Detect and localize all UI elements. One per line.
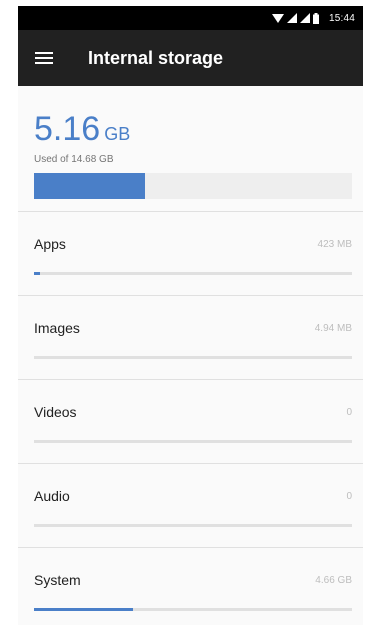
category-header: Apps 423 MB: [34, 236, 352, 252]
storage-summary: 5.16 GB Used of 14.68 GB: [18, 86, 363, 212]
category-usage-bar: [34, 356, 352, 359]
category-usage-bar: [34, 524, 352, 527]
storage-usage-bar: [34, 173, 352, 199]
phone-screen: 15:44 Internal storage 5.16 GB Used of 1…: [18, 6, 363, 625]
category-usage-fill: [34, 608, 133, 611]
wifi-icon: [271, 14, 284, 23]
page-title: Internal storage: [88, 47, 224, 68]
used-unit: GB: [104, 124, 131, 144]
storage-category-audio[interactable]: Audio 0: [18, 464, 363, 548]
category-usage-bar: [34, 440, 352, 443]
category-size: 0: [346, 406, 352, 418]
storage-category-videos[interactable]: Videos 0: [18, 380, 363, 464]
category-label: Images: [34, 320, 80, 336]
menu-button[interactable]: [18, 30, 70, 86]
storage-category-system[interactable]: System 4.66 GB: [18, 548, 363, 625]
status-time: 15:44: [328, 12, 355, 24]
signal-icon: [286, 13, 297, 23]
category-size: 4.66 GB: [315, 574, 352, 586]
signal-icon: [299, 13, 310, 23]
status-icons: [271, 12, 319, 24]
category-list: Apps 423 MB Images 4.94 MB Videos 0 Audio 0 Syst…: [18, 212, 363, 625]
used-amount: 5.16 GB: [34, 110, 352, 148]
category-header: Images 4.94 MB: [34, 320, 352, 336]
storage-usage-fill: [34, 173, 146, 199]
category-label: System: [34, 572, 81, 588]
category-label: Videos: [34, 404, 77, 420]
used-of-total: Used of 14.68 GB: [34, 154, 114, 165]
storage-category-images[interactable]: Images 4.94 MB: [18, 296, 363, 380]
battery-icon: [312, 12, 319, 24]
category-usage-fill: [34, 272, 41, 275]
category-header: Videos 0: [34, 404, 352, 420]
category-header: System 4.66 GB: [34, 572, 352, 588]
category-size: 0: [346, 490, 352, 502]
category-label: Audio: [34, 488, 70, 504]
category-header: Audio 0: [34, 488, 352, 504]
storage-category-apps[interactable]: Apps 423 MB: [18, 212, 363, 296]
category-label: Apps: [34, 236, 66, 252]
category-usage-bar: [34, 272, 352, 275]
category-usage-bar: [34, 608, 352, 611]
hamburger-menu-icon: [35, 52, 53, 64]
status-bar: 15:44: [18, 6, 363, 30]
category-size: 4.94 MB: [314, 322, 352, 334]
app-bar: Internal storage: [18, 30, 363, 86]
category-size: 423 MB: [317, 238, 352, 250]
used-value: 5.16: [34, 110, 101, 148]
